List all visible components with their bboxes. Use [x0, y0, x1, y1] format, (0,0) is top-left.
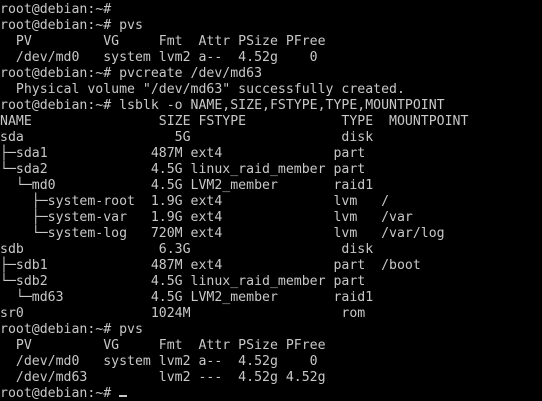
- terminal-line: └─system-log 720M ext4 lvm /var/log: [0, 226, 445, 241]
- terminal-line: sdb 6.3G disk: [0, 242, 374, 257]
- terminal-line: root@debian:~# lsblk -o NAME,SIZE,FSTYPE…: [0, 98, 445, 113]
- terminal-line: Physical volume "/dev/md63" successfully…: [0, 82, 405, 97]
- terminal-line: /dev/md63 lvm2 --- 4.52g 4.52g: [0, 370, 326, 385]
- terminal-window[interactable]: root@debian:~# root@debian:~# pvs PV VG …: [0, 0, 542, 401]
- terminal-line: └─sda2 4.5G linux_raid_member part: [0, 162, 366, 177]
- terminal-line: ├─system-root 1.9G ext4 lvm /: [0, 194, 390, 209]
- terminal-line: └─sdb2 4.5G linux_raid_member part: [0, 274, 366, 289]
- text-cursor: [119, 395, 128, 397]
- terminal-line: root@debian:~# pvs: [0, 18, 143, 33]
- terminal-line: /dev/md0 system lvm2 a-- 4.52g 0: [0, 50, 318, 65]
- terminal-line: PV VG Fmt Attr PSize PFree: [0, 34, 326, 49]
- terminal-line: sr0 1024M rom: [0, 306, 366, 321]
- command-prompt-line[interactable]: root@debian:~#: [0, 386, 542, 401]
- terminal-line: root@debian:~# pvcreate /dev/md63: [0, 66, 263, 81]
- terminal-line: NAME SIZE FSTYPE TYPE MOUNTPOINT: [0, 114, 469, 129]
- terminal-line: root@debian:~#: [0, 2, 112, 17]
- terminal-line: /dev/md0 system lvm2 a-- 4.52g 0: [0, 354, 318, 369]
- terminal-line: ├─sdb1 487M ext4 part /boot: [0, 258, 421, 273]
- terminal-line: sda 5G disk: [0, 130, 374, 145]
- shell-prompt: root@debian:~#: [0, 386, 120, 401]
- terminal-line: ├─sda1 487M ext4 part: [0, 146, 366, 161]
- terminal-line: └─md0 4.5G LVM2_member raid1: [0, 178, 374, 193]
- terminal-line: └─md63 4.5G LVM2_member raid1: [0, 290, 374, 305]
- terminal-line: root@debian:~# pvs: [0, 322, 143, 337]
- terminal-line: PV VG Fmt Attr PSize PFree: [0, 338, 326, 353]
- terminal-line: ├─system-var 1.9G ext4 lvm /var: [0, 210, 413, 225]
